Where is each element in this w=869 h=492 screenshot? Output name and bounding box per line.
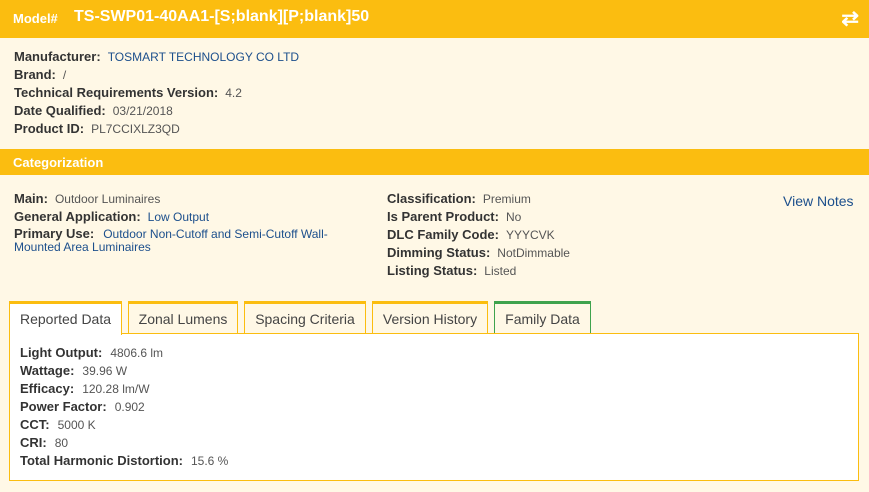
cri-label: CRI: xyxy=(20,435,47,450)
model-number: TS-SWP01-40AA1-[S;blank][P;blank]50 xyxy=(74,8,370,25)
product-id-label: Product ID: xyxy=(14,121,85,136)
categorization-header: Categorization xyxy=(0,149,869,175)
primary-use-row: Primary Use: Outdoor Non-Cutoff and Semi-… xyxy=(14,227,354,254)
brand-label: Brand: xyxy=(14,67,56,82)
tech-req-value: 4.2 xyxy=(225,86,242,100)
tech-req-label: Technical Requirements Version: xyxy=(14,85,219,100)
cct-label: CCT: xyxy=(20,417,50,432)
swap-icon[interactable]: ⇄ xyxy=(841,6,859,31)
is-parent-label: Is Parent Product: xyxy=(387,209,499,224)
family-code-value: YYYCVK xyxy=(505,228,555,242)
brand-value: / xyxy=(62,68,67,82)
classification-label: Classification: xyxy=(387,191,476,206)
manufacturer-link[interactable]: TOSMART TECHNOLOGY CO LTD xyxy=(108,50,299,64)
tab-reported-data[interactable]: Reported Data xyxy=(9,301,122,335)
tab-zonal-lumens[interactable]: Zonal Lumens xyxy=(128,301,238,334)
main-value: Outdoor Luminaires xyxy=(54,192,161,206)
date-qualified-label: Date Qualified: xyxy=(14,103,106,118)
tab-family-data[interactable]: Family Data xyxy=(494,301,591,334)
power-factor-label: Power Factor: xyxy=(20,399,107,414)
efficacy-label: Efficacy: xyxy=(20,381,75,396)
dimming-status-label: Dimming Status: xyxy=(387,245,491,260)
tab-spacing-criteria[interactable]: Spacing Criteria xyxy=(244,301,366,334)
light-output-label: Light Output: xyxy=(20,345,103,360)
listing-status-label: Listing Status: xyxy=(387,263,478,278)
general-application-label: General Application: xyxy=(14,209,141,224)
general-application-link[interactable]: Low Output xyxy=(148,210,209,224)
thd-label: Total Harmonic Distortion: xyxy=(20,453,183,468)
categorization-title: Categorization xyxy=(13,155,104,170)
model-label: Model# xyxy=(13,11,58,26)
cri-value: 80 xyxy=(54,436,69,450)
wattage-label: Wattage: xyxy=(20,363,75,378)
reported-data-panel: Light Output: 4806.6 lm Wattage: 39.96 W E… xyxy=(9,333,859,481)
model-header: Model# TS-SWP01-40AA1-[S;blank][P;blank]… xyxy=(0,0,869,38)
thd-value: 15.6 % xyxy=(190,454,229,468)
listing-status-value: Listed xyxy=(484,264,517,278)
power-factor-value: 0.902 xyxy=(114,400,145,414)
efficacy-value: 120.28 lm/W xyxy=(82,382,150,396)
cct-value: 5000 K xyxy=(57,418,96,432)
is-parent-value: No xyxy=(505,210,522,224)
classification-value: Premium xyxy=(482,192,531,206)
date-qualified-value: 03/21/2018 xyxy=(112,104,173,118)
light-output-value: 4806.6 lm xyxy=(110,346,164,360)
dimming-status-value: NotDimmable xyxy=(497,246,570,260)
view-notes-link[interactable]: View Notes xyxy=(783,193,854,209)
wattage-value: 39.96 W xyxy=(82,364,128,378)
product-id-value: PL7CCIXLZ3QD xyxy=(91,122,180,136)
main-label: Main: xyxy=(14,191,48,206)
manufacturer-label: Manufacturer: xyxy=(14,49,101,64)
tab-version-history[interactable]: Version History xyxy=(372,301,488,334)
primary-use-label: Primary Use: xyxy=(14,226,95,241)
family-code-label: DLC Family Code: xyxy=(387,227,499,242)
